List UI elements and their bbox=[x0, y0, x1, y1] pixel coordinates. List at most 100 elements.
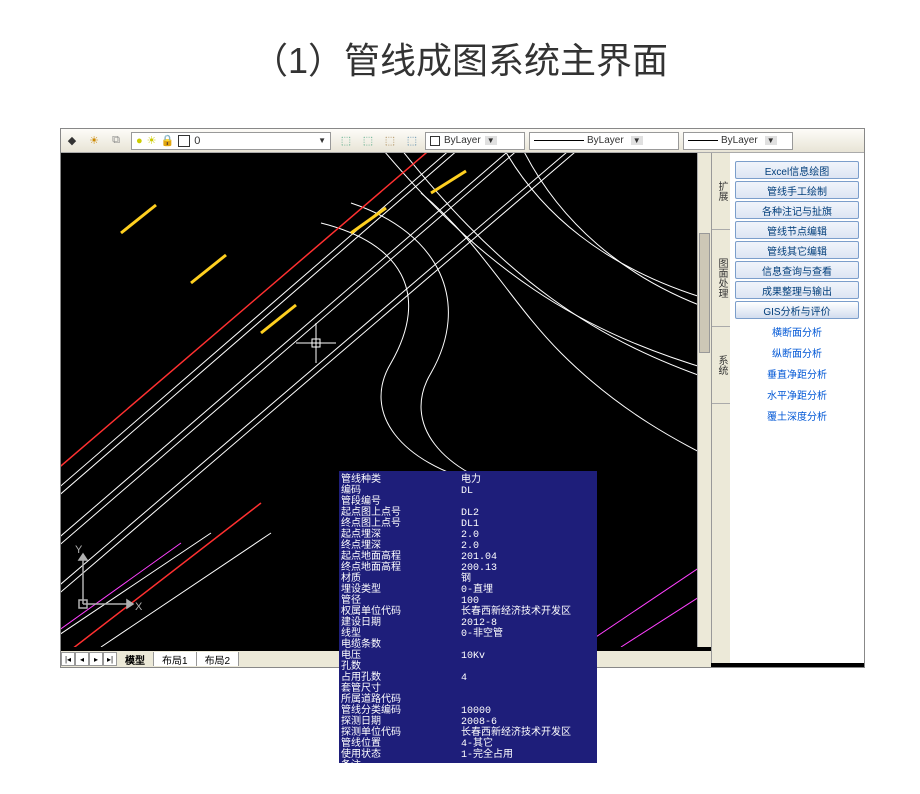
info-row: 孔数 bbox=[341, 662, 595, 673]
svg-text:X: X bbox=[135, 601, 143, 613]
vtab-drawing[interactable]: 图面处理 bbox=[712, 230, 730, 327]
info-value: 0-直埋 bbox=[461, 585, 595, 596]
info-key: 管线种类 bbox=[341, 475, 461, 486]
tab-nav-last[interactable]: ▸| bbox=[103, 652, 117, 666]
info-value: 100 bbox=[461, 596, 595, 607]
info-key: 起点地面高程 bbox=[341, 552, 461, 563]
info-row: 终点图上点号DL1 bbox=[341, 519, 595, 530]
info-key: 电缆条数 bbox=[341, 640, 461, 651]
info-row: 材质钢 bbox=[341, 574, 595, 585]
submenu-item[interactable]: 覆土深度分析 bbox=[732, 405, 862, 426]
menu-button[interactable]: 各种注记与扯旗 bbox=[735, 201, 860, 219]
lineweight-preview bbox=[688, 140, 718, 141]
info-value: 2008-6 bbox=[461, 717, 595, 728]
info-row: 起点图上点号DL2 bbox=[341, 508, 595, 519]
info-row: 起点地面高程201.04 bbox=[341, 552, 595, 563]
info-key: 管线位置 bbox=[341, 739, 461, 750]
info-value bbox=[461, 640, 595, 651]
tab-nav-first[interactable]: |◂ bbox=[61, 652, 75, 666]
info-key: 终点埋深 bbox=[341, 541, 461, 552]
layer-tool-2-icon[interactable]: ⬚ bbox=[358, 131, 378, 151]
menu-button[interactable]: 信息查询与查看 bbox=[735, 261, 860, 279]
info-key: 管径 bbox=[341, 596, 461, 607]
info-row: 管段编号 bbox=[341, 497, 595, 508]
submenu-item[interactable]: 水平净距分析 bbox=[732, 384, 862, 405]
info-key: 管段编号 bbox=[341, 497, 461, 508]
info-row: 管径100 bbox=[341, 596, 595, 607]
info-key: 起点图上点号 bbox=[341, 508, 461, 519]
info-key: 起点埋深 bbox=[341, 530, 461, 541]
info-row: 使用状态1-完全占用 bbox=[341, 750, 595, 761]
side-content: Excel信息绘图管线手工绘制各种注记与扯旗管线节点编辑管线其它编辑信息查询与查… bbox=[730, 153, 864, 663]
color-combo[interactable]: ByLayer ▼ bbox=[425, 132, 525, 150]
lineweight-combo[interactable]: ByLayer ▼ bbox=[683, 132, 793, 150]
menu-button[interactable]: 管线其它编辑 bbox=[735, 241, 860, 259]
tab-model[interactable]: 模型 bbox=[117, 652, 154, 666]
layer-tool-1-icon[interactable]: ⬚ bbox=[336, 131, 356, 151]
info-row: 线型0-非空管 bbox=[341, 629, 595, 640]
info-value bbox=[461, 695, 595, 706]
info-key: 线型 bbox=[341, 629, 461, 640]
layer-tool-3-icon[interactable]: ⬚ bbox=[380, 131, 400, 151]
info-row: 编码DL bbox=[341, 486, 595, 497]
info-value: DL bbox=[461, 486, 595, 497]
tab-layout2[interactable]: 布局2 bbox=[197, 652, 240, 666]
menu-button[interactable]: 管线节点编辑 bbox=[735, 221, 860, 239]
submenu-item[interactable]: 垂直净距分析 bbox=[732, 363, 862, 384]
info-value: 4-其它 bbox=[461, 739, 595, 750]
layer-tool-4-icon[interactable]: ⬚ bbox=[402, 131, 422, 151]
info-key: 终点图上点号 bbox=[341, 519, 461, 530]
info-row: 终点地面高程200.13 bbox=[341, 563, 595, 574]
info-value: 2.0 bbox=[461, 541, 595, 552]
info-value: 10000 bbox=[461, 706, 595, 717]
chevron-down-icon[interactable]: ▼ bbox=[765, 136, 777, 145]
submenu-item[interactable]: 横断面分析 bbox=[732, 321, 862, 342]
info-key: 建设日期 bbox=[341, 618, 461, 629]
layer-color-swatch bbox=[178, 135, 190, 147]
info-key: 管线分类编码 bbox=[341, 706, 461, 717]
layer-selector[interactable]: ● ☀ 🔒 0 ▼ bbox=[131, 132, 331, 150]
layer-states-icon[interactable]: ☀ bbox=[84, 131, 104, 151]
color-combo-label: ByLayer bbox=[444, 135, 481, 146]
info-row: 备注 bbox=[341, 761, 595, 772]
info-value: DL2 bbox=[461, 508, 595, 519]
vtab-extend[interactable]: 扩展 bbox=[712, 153, 730, 230]
chevron-down-icon[interactable]: ▼ bbox=[631, 136, 643, 145]
layer-lock-icon: 🔒 bbox=[161, 134, 175, 147]
chevron-down-icon[interactable]: ▼ bbox=[318, 136, 326, 145]
menu-button[interactable]: GIS分析与评价 bbox=[735, 301, 860, 319]
menu-button[interactable]: 成果整理与输出 bbox=[735, 281, 860, 299]
info-row: 电缆条数 bbox=[341, 640, 595, 651]
vtab-system[interactable]: 系统 bbox=[712, 327, 730, 404]
tab-layout1[interactable]: 布局1 bbox=[154, 652, 197, 666]
info-row: 起点埋深2.0 bbox=[341, 530, 595, 541]
scrollbar-thumb[interactable] bbox=[699, 233, 710, 353]
info-value: 1-完全占用 bbox=[461, 750, 595, 761]
submenu-item[interactable]: 纵断面分析 bbox=[732, 342, 862, 363]
tab-nav-next[interactable]: ▸ bbox=[89, 652, 103, 666]
info-row: 管线分类编码10000 bbox=[341, 706, 595, 717]
info-value: 电力 bbox=[461, 475, 595, 486]
info-value: 0-非空管 bbox=[461, 629, 595, 640]
info-key: 探测日期 bbox=[341, 717, 461, 728]
layer-toggle-icon[interactable]: ⧉ bbox=[106, 131, 126, 151]
info-key: 孔数 bbox=[341, 662, 461, 673]
info-key: 备注 bbox=[341, 761, 461, 772]
linetype-preview bbox=[534, 140, 584, 141]
info-row: 权属单位代码长春西新经济技术开发区 bbox=[341, 607, 595, 618]
layer-sun-icon: ☀ bbox=[147, 134, 157, 147]
info-row: 占用孔数4 bbox=[341, 673, 595, 684]
linetype-combo[interactable]: ByLayer ▼ bbox=[529, 132, 679, 150]
slide-title: （1）管线成图系统主界面 bbox=[0, 0, 920, 102]
chevron-down-icon[interactable]: ▼ bbox=[485, 136, 497, 145]
info-row: 电压10Kv bbox=[341, 651, 595, 662]
color-swatch-icon bbox=[430, 136, 440, 146]
info-value bbox=[461, 497, 595, 508]
vertical-scrollbar[interactable] bbox=[697, 153, 711, 647]
layer-bulb-icon: ● bbox=[136, 135, 143, 147]
menu-button[interactable]: 管线手工绘制 bbox=[735, 181, 860, 199]
tab-nav-prev[interactable]: ◂ bbox=[75, 652, 89, 666]
layer-manager-icon[interactable]: ◆ bbox=[62, 131, 82, 151]
info-value: 2.0 bbox=[461, 530, 595, 541]
menu-button[interactable]: Excel信息绘图 bbox=[735, 161, 860, 179]
